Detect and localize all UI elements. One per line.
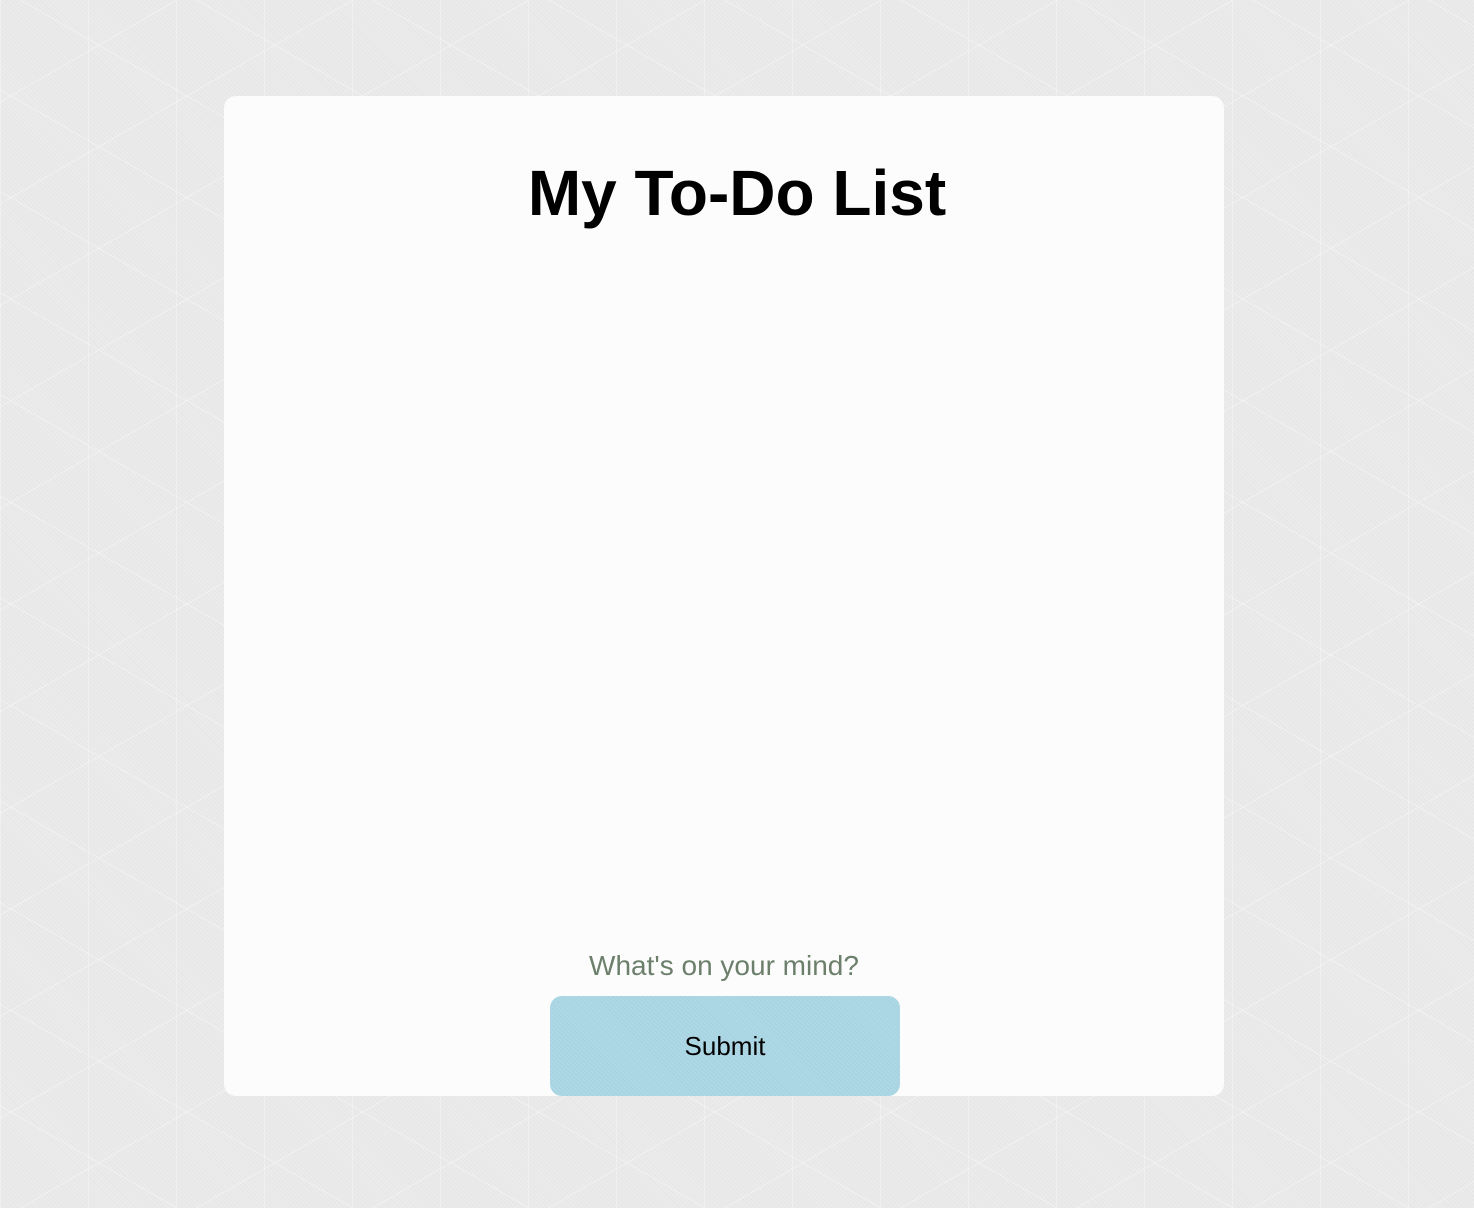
- task-input[interactable]: [474, 946, 974, 986]
- submit-button[interactable]: Submit: [550, 996, 900, 1096]
- todo-list: [224, 270, 1224, 920]
- page-title: My To-Do List: [527, 157, 947, 229]
